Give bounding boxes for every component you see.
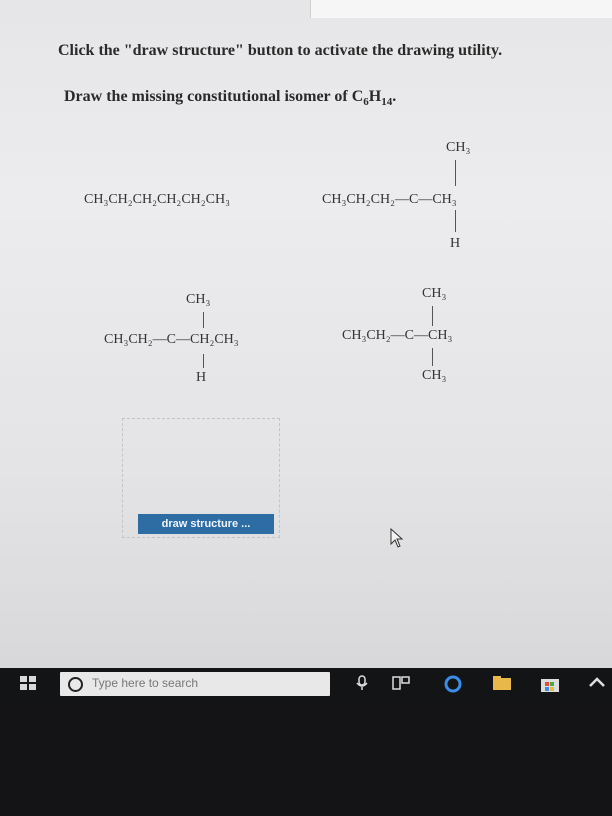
edge-browser-icon[interactable] bbox=[444, 675, 462, 693]
structure-dimethyl-top: CH₃ bbox=[422, 286, 447, 301]
structure-3-methyl-bottom: H bbox=[196, 370, 207, 385]
structure-3-methyl-main: CH₃CH₂—C—CH₂CH₃ bbox=[104, 332, 239, 347]
bond-line bbox=[432, 348, 433, 366]
windows-start-icon[interactable] bbox=[20, 676, 36, 690]
top-panel-edge bbox=[310, 0, 612, 18]
structure-2-methyl-top: CH₃ bbox=[446, 140, 471, 155]
prompt-h: H bbox=[368, 88, 382, 105]
mouse-cursor-icon bbox=[390, 528, 404, 548]
structure-hexane: CH₃CH₂CH₂CH₂CH₂CH₃ bbox=[84, 192, 230, 207]
search-circle-icon bbox=[68, 677, 83, 692]
structure-2-methyl-bottom: H bbox=[450, 236, 461, 251]
windows-taskbar: Type here to search bbox=[0, 668, 612, 700]
instruction-text: Click the "draw structure" button to act… bbox=[58, 42, 503, 59]
structure-2-methyl-main: CH₃CH₂CH₂—C—CH₃ bbox=[322, 192, 457, 207]
structure-dimethyl-bottom: CH₃ bbox=[422, 368, 447, 383]
microphone-icon[interactable] bbox=[356, 675, 368, 691]
file-explorer-icon[interactable] bbox=[492, 675, 512, 691]
bond-line bbox=[203, 354, 204, 368]
bond-line bbox=[455, 210, 456, 232]
chevron-icon[interactable] bbox=[588, 675, 606, 691]
store-icon[interactable] bbox=[540, 675, 560, 693]
question-prompt: Draw the missing constitutional isomer o… bbox=[64, 88, 396, 108]
bond-line bbox=[203, 312, 204, 328]
structure-dimethyl-main: CH₃CH₂—C—CH₃ bbox=[342, 328, 453, 343]
monitor-bezel bbox=[0, 700, 612, 816]
taskbar-search-box[interactable]: Type here to search bbox=[60, 672, 330, 696]
bond-line bbox=[432, 306, 433, 326]
search-placeholder: Type here to search bbox=[92, 676, 199, 690]
browser-viewport: Click the "draw structure" button to act… bbox=[0, 0, 612, 668]
structure-3-methyl-top: CH₃ bbox=[186, 292, 211, 307]
draw-structure-button[interactable]: draw structure ... bbox=[138, 514, 274, 534]
bond-line bbox=[455, 160, 456, 186]
prompt-prefix: Draw the missing constitutional isomer o… bbox=[64, 88, 364, 105]
task-view-icon[interactable] bbox=[392, 675, 410, 691]
prompt-suffix: . bbox=[392, 88, 397, 105]
prompt-h-subscript: 14 bbox=[381, 96, 393, 109]
